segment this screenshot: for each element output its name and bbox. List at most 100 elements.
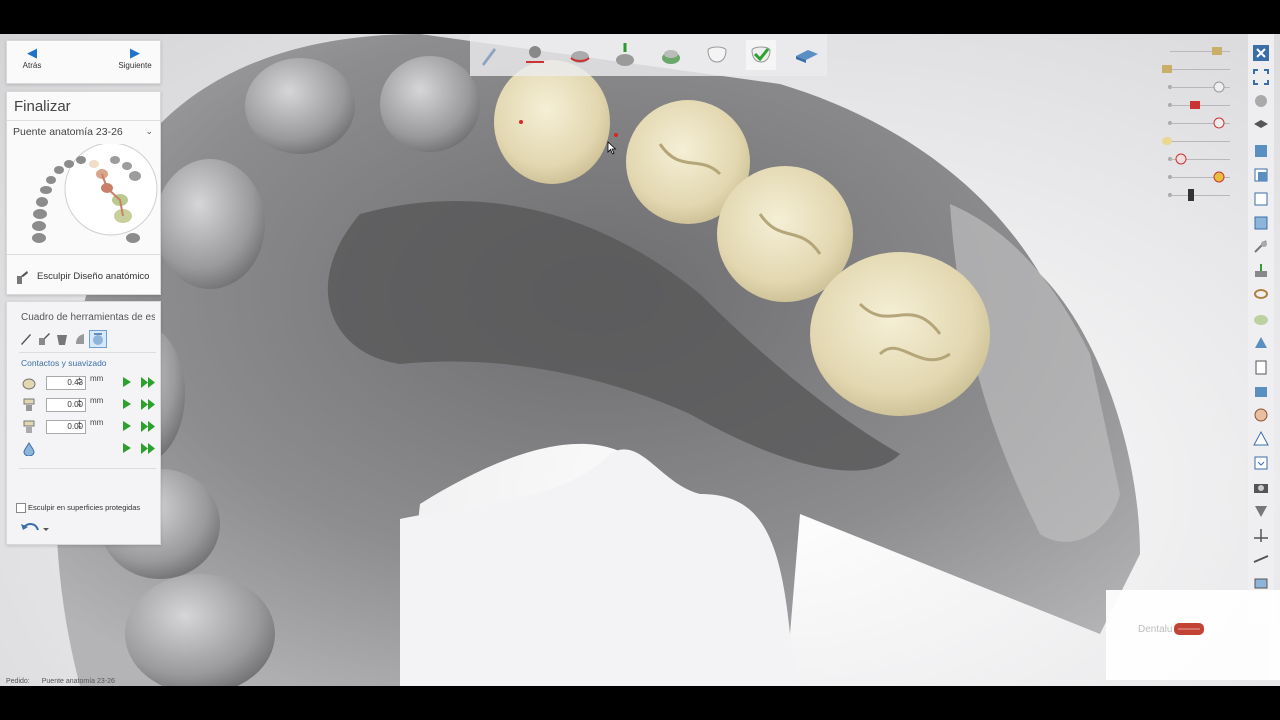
scan-icon[interactable] — [474, 40, 504, 70]
sculpt-anatomy-label: Esculpir Diseño anatómico — [37, 271, 150, 282]
arch-icon[interactable] — [1252, 310, 1270, 328]
download-icon[interactable] — [1252, 454, 1270, 472]
apply-button[interactable] — [123, 399, 131, 409]
slider-knob-icon[interactable] — [1212, 81, 1226, 93]
slider-knob-icon[interactable] — [1212, 171, 1226, 183]
slider-row — [1160, 98, 1230, 112]
fullscreen-icon[interactable] — [1252, 68, 1270, 86]
3d-viewport[interactable]: ◀ Atrás ▶ Siguiente Finalizar Puente ana… — [0, 34, 1280, 686]
status-line: Pedido: Puente anatomía 23-26 — [6, 678, 115, 685]
spinner-icon[interactable]: ▲ ▼ — [77, 377, 83, 388]
anatomy-tooth-icon[interactable] — [702, 40, 732, 70]
undo-icon[interactable] — [20, 522, 50, 536]
tooth-cross-icon[interactable] — [1252, 238, 1270, 256]
tooth-left-1 — [245, 58, 355, 154]
divider — [7, 120, 160, 121]
slider-knob-icon[interactable] — [1160, 135, 1174, 147]
divider — [19, 352, 156, 353]
contacts-smooth-icon[interactable] — [89, 330, 107, 348]
slider-knob-icon[interactable] — [1174, 153, 1188, 165]
case-dropdown-value: Puente anatomía 23-26 — [13, 126, 123, 138]
slider-row — [1160, 44, 1230, 58]
spinner-icon[interactable]: ▲ ▼ — [77, 421, 83, 432]
axis-icon[interactable] — [1252, 526, 1270, 544]
view-rotate-icon[interactable] — [1252, 92, 1270, 110]
slider-knob-icon[interactable] — [1188, 99, 1202, 111]
finalize-check-icon[interactable] — [746, 40, 776, 70]
next-label: Siguiente — [118, 61, 152, 70]
cube-top-icon[interactable] — [1252, 190, 1270, 208]
slider-row — [1160, 134, 1230, 148]
camera-icon[interactable] — [1252, 478, 1270, 496]
slider-knob-icon[interactable] — [1212, 117, 1226, 129]
clipboard-icon[interactable] — [1252, 358, 1270, 376]
crown-design-icon[interactable] — [656, 40, 686, 70]
apply-all-icon[interactable] — [141, 443, 155, 454]
dental-model-scene[interactable] — [0, 34, 1280, 686]
smooth-drop-icon[interactable] — [22, 442, 36, 456]
face-icon[interactable] — [1252, 406, 1270, 424]
contact-distance-icon[interactable] — [22, 376, 36, 390]
warning-icon[interactable] — [1252, 430, 1270, 448]
crown-26 — [810, 252, 990, 416]
cube-right-icon[interactable] — [1252, 214, 1270, 232]
pencil-icon[interactable] — [17, 330, 35, 348]
add-material-icon[interactable] — [35, 330, 53, 348]
slider-knob-icon[interactable] — [1184, 189, 1198, 201]
sculpt-anatomy-button[interactable]: Esculpir Diseño anatómico — [15, 268, 155, 286]
tooth-left-2 — [380, 56, 480, 152]
param-row-4 — [20, 440, 160, 460]
margin-tool-icon[interactable] — [520, 40, 550, 70]
apply-all-icon[interactable] — [141, 399, 155, 410]
nav-panel: ◀ Atrás ▶ Siguiente — [6, 40, 161, 84]
apply-button[interactable] — [123, 443, 131, 453]
protected-surfaces-checkbox[interactable] — [16, 503, 26, 513]
back-button[interactable]: ◀ Atrás — [7, 45, 57, 70]
mill-block-icon[interactable] — [792, 40, 822, 70]
slider-knob-icon[interactable] — [1160, 63, 1174, 75]
contact-point-2 — [614, 133, 618, 137]
slider-row — [1160, 116, 1230, 130]
close-icon[interactable] — [1252, 44, 1270, 62]
cap-icon[interactable] — [1252, 334, 1270, 352]
slider-row — [1160, 62, 1230, 76]
mouse-cursor-icon — [607, 141, 617, 155]
back-label: Atrás — [22, 61, 42, 70]
unit-label: mm — [90, 374, 104, 383]
proximal-contact-icon[interactable] — [22, 420, 36, 434]
tooth-section-icon[interactable] — [1252, 262, 1270, 280]
slider-row — [1160, 152, 1230, 166]
apply-button[interactable] — [123, 377, 131, 387]
crown-23 — [494, 60, 610, 184]
margin-line-icon[interactable] — [565, 40, 595, 70]
slider-knob-icon[interactable] — [1210, 45, 1224, 57]
shield-icon[interactable] — [1252, 502, 1270, 520]
next-button[interactable]: ▶ Siguiente — [110, 45, 160, 70]
morph-icon[interactable] — [71, 330, 89, 348]
measure-icon[interactable] — [1252, 550, 1270, 568]
apply-all-icon[interactable] — [141, 421, 155, 432]
tooth-chart[interactable] — [23, 144, 158, 248]
section-title: Contactos y suavizado — [21, 358, 107, 368]
toolbox-title: Cuadro de herramientas de escultura — [21, 312, 155, 323]
insertion-icon[interactable] — [610, 40, 640, 70]
watermark-overlay: Dentalu 3D — [1106, 590, 1280, 680]
apply-button[interactable] — [123, 421, 131, 431]
smooth-icon[interactable] — [53, 330, 71, 348]
sculpt-tool-icon — [17, 271, 28, 284]
workflow-toolbar — [470, 34, 827, 76]
ring-icon[interactable] — [1252, 286, 1270, 304]
slider-row — [1160, 80, 1230, 94]
cube-front-icon[interactable] — [1252, 142, 1270, 160]
apply-all-icon[interactable] — [141, 377, 155, 388]
preset-view-icon[interactable] — [1252, 116, 1270, 134]
divider — [7, 254, 160, 255]
right-toolbar — [1248, 34, 1274, 624]
box-3d-icon[interactable] — [1252, 382, 1270, 400]
cube-side-icon[interactable] — [1252, 166, 1270, 184]
tooth-left-3 — [155, 159, 265, 289]
protected-surfaces-label: Esculpir en superficies protegidas — [28, 503, 141, 512]
case-dropdown[interactable]: Puente anatomía 23-26 ⌄ — [13, 126, 153, 138]
spinner-icon[interactable]: ▲ ▼ — [77, 399, 83, 410]
occlusal-contact-icon[interactable] — [22, 398, 36, 412]
